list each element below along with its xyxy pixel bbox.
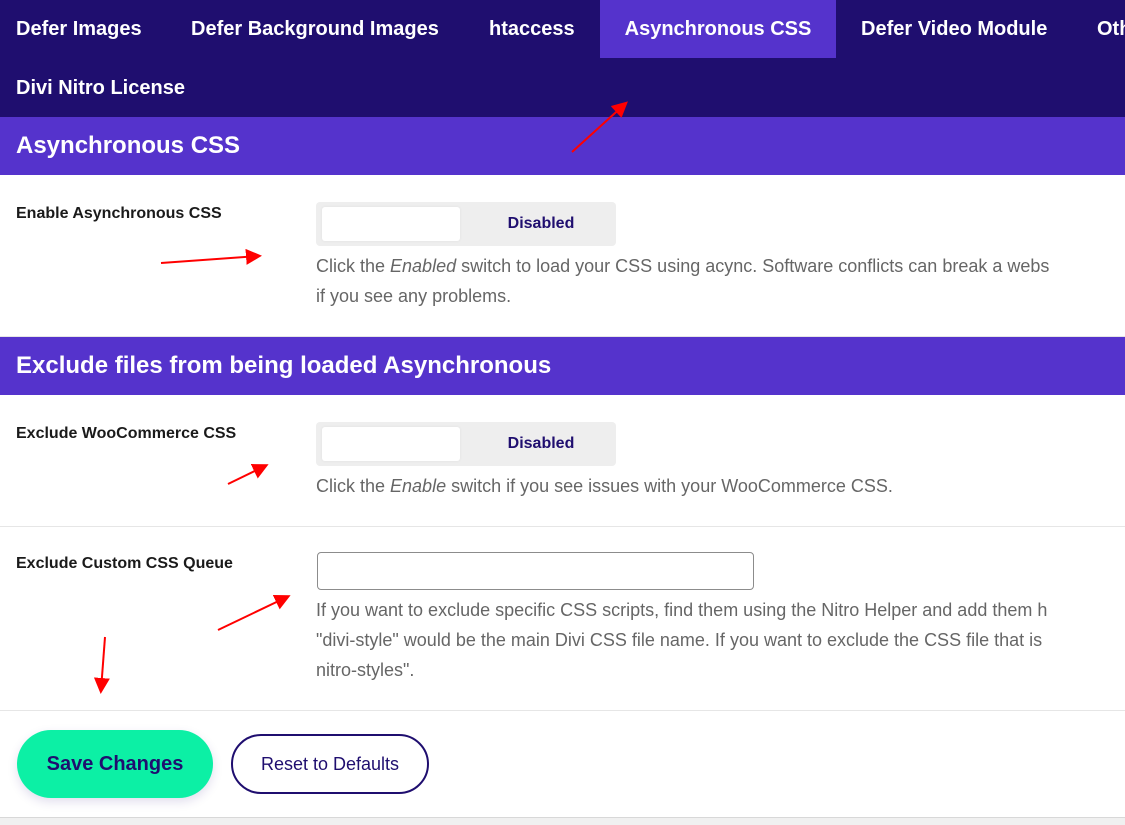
- description-line: nitro-styles".: [316, 660, 415, 680]
- enable-async-css-description: Click the Enabled switch to load your CS…: [316, 251, 1049, 311]
- exclude-woocommerce-css-label: Exclude WooCommerce CSS: [16, 425, 237, 442]
- exclude-custom-css-queue-description: If you want to exclude specific CSS scri…: [316, 595, 1047, 685]
- tab-defer-video-module[interactable]: Defer Video Module: [861, 0, 1047, 58]
- exclude-custom-css-queue-input[interactable]: [317, 552, 754, 590]
- tab-defer-background-images[interactable]: Defer Background Images: [191, 0, 439, 58]
- tab-asynchronous-css[interactable]: Asynchronous CSS: [600, 0, 836, 58]
- toggle-knob: [322, 427, 460, 461]
- settings-tab-bar: Defer Images Defer Background Images hta…: [0, 0, 1125, 117]
- tab-htaccess[interactable]: htaccess: [489, 0, 575, 58]
- section-header-exclude-files: Exclude files from being loaded Asynchro…: [0, 337, 1125, 395]
- annotation-arrow: [93, 636, 110, 694]
- description-line: "divi-style" would be the main Divi CSS …: [316, 630, 1043, 650]
- enable-async-css-label: Enable Asynchronous CSS: [16, 205, 222, 222]
- toggle-knob: [322, 207, 460, 241]
- toggle-state-label: Disabled: [507, 215, 575, 232]
- exclude-custom-css-queue-label: Exclude Custom CSS Queue: [16, 555, 233, 572]
- toggle-state-label: Disabled: [507, 435, 575, 452]
- annotation-arrow: [217, 594, 291, 631]
- tab-defer-images[interactable]: Defer Images: [16, 0, 142, 58]
- reset-to-defaults-button[interactable]: Reset to Defaults: [231, 734, 429, 794]
- tab-other[interactable]: Oth: [1097, 0, 1125, 58]
- exclude-woocommerce-css-toggle[interactable]: Disabled: [316, 422, 616, 466]
- description-line: Click the Enabled switch to load your CS…: [316, 256, 1050, 276]
- enable-async-css-toggle[interactable]: Disabled: [316, 202, 616, 246]
- divider: [0, 710, 1125, 711]
- description-line: if you see any problems.: [316, 286, 512, 306]
- exclude-woocommerce-css-description: Click the Enable switch if you see issue…: [316, 476, 893, 496]
- annotation-arrow: [160, 248, 262, 265]
- divider: [0, 526, 1125, 527]
- save-changes-button[interactable]: Save Changes: [17, 730, 213, 798]
- tab-divi-nitro-license[interactable]: Divi Nitro License: [16, 59, 185, 117]
- description-line: If you want to exclude specific CSS scri…: [316, 600, 1048, 620]
- annotation-arrow: [227, 464, 269, 485]
- section-header-asynchronous-css: Asynchronous CSS: [0, 117, 1125, 175]
